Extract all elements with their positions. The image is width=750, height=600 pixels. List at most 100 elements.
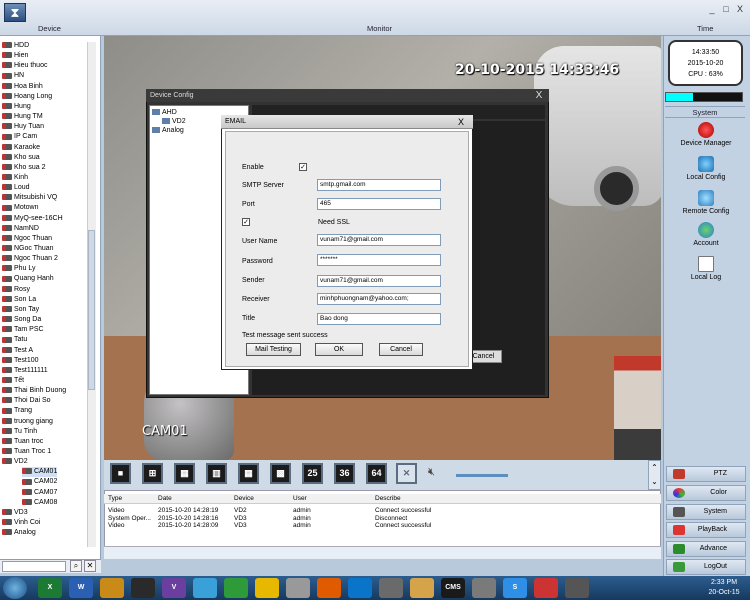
layout-9-button[interactable]: ▦	[238, 463, 259, 484]
tree-item[interactable]: CAM02	[22, 477, 57, 486]
taskbar-app-icon[interactable]	[193, 578, 217, 598]
password-field[interactable]: *******	[317, 254, 441, 266]
start-button[interactable]	[3, 577, 27, 599]
color-button[interactable]: Color	[666, 485, 746, 501]
tree-item[interactable]: CAM07	[22, 488, 57, 497]
tree-item[interactable]: HDD	[2, 41, 29, 50]
mute-icon[interactable]: 🔇︎	[428, 466, 446, 482]
tree-item[interactable]: Tuan Troc 1	[2, 447, 51, 456]
close-button[interactable]: X	[734, 4, 746, 14]
taskbar-app-icon[interactable]: S	[503, 578, 527, 598]
tree-item[interactable]: Analog	[2, 528, 36, 537]
tree-item[interactable]: NGoc Thuan	[2, 244, 54, 253]
local-log-button[interactable]: Local Log	[668, 256, 744, 281]
system-button[interactable]: System	[666, 504, 746, 520]
taskbar-app-icon[interactable]	[255, 578, 279, 598]
tree-node-vd2[interactable]: VD2	[162, 118, 186, 125]
taskbar-app-icon[interactable]	[565, 578, 589, 598]
taskbar-app-icon[interactable]	[348, 578, 372, 598]
taskbar-app-icon[interactable]: V	[162, 578, 186, 598]
tree-item[interactable]: Hung	[2, 102, 31, 111]
tree-item[interactable]: Rosy	[2, 285, 30, 294]
tree-item[interactable]: Tết	[2, 376, 24, 385]
tree-item[interactable]: Hoa Binh	[2, 82, 43, 91]
search-icon[interactable]: ⌕	[70, 560, 82, 572]
user-name-field[interactable]: vunam71@gmail.com	[317, 234, 441, 246]
tree-item[interactable]: Thai Binh Duong	[2, 386, 66, 395]
taskbar-app-icon[interactable]	[379, 578, 403, 598]
clear-icon[interactable]: ✕	[84, 560, 96, 572]
receiver-field[interactable]: minhphuongnam@yahoo.com;	[317, 293, 441, 305]
layout-36-button[interactable]: 36	[334, 463, 355, 484]
taskbar-app-icon[interactable]	[100, 578, 124, 598]
tree-item[interactable]: Son La	[2, 295, 36, 304]
tree-item[interactable]: Karaoke	[2, 143, 40, 152]
tree-item[interactable]: Tu Tinh	[2, 427, 37, 436]
tree-scrollbar-thumb[interactable]	[88, 230, 95, 390]
ok-button[interactable]: OK	[315, 343, 363, 356]
tree-item[interactable]: Tam PSC	[2, 325, 44, 334]
tree-item[interactable]: Song Da	[2, 315, 41, 324]
tree-item[interactable]: HN	[2, 71, 24, 80]
port-field[interactable]: 465	[317, 198, 441, 210]
tree-item[interactable]: Vinh Coi	[2, 518, 40, 527]
tree-item[interactable]: MyQ-see-16CH	[2, 214, 63, 223]
log-header-date[interactable]: Date	[158, 495, 172, 502]
enable-checkbox[interactable]: ✓	[299, 163, 307, 171]
tree-item[interactable]: Hung TM	[2, 112, 43, 121]
advance-button[interactable]: Advance	[666, 541, 746, 557]
tree-item[interactable]: Test111111	[2, 366, 48, 375]
tree-item[interactable]: Quang Hanh	[2, 274, 54, 283]
tree-item[interactable]: Trang	[2, 406, 32, 415]
title-field[interactable]: Bao dong	[317, 313, 441, 325]
remote-config-button[interactable]: Remote Config	[668, 190, 744, 215]
tree-item[interactable]: Hieu thuoc	[2, 61, 47, 70]
tree-item[interactable]: Test100	[2, 356, 39, 365]
need-ssl-checkbox[interactable]: ✓	[242, 218, 250, 226]
tree-item[interactable]: Kho sua 2	[2, 163, 46, 172]
toolbar-scroll-arrows[interactable]: ⌃ ⌄	[648, 460, 661, 490]
tree-item[interactable]: Kho sua	[2, 153, 40, 162]
tree-item[interactable]: truong giang	[2, 417, 53, 426]
account-button[interactable]: Account	[668, 222, 744, 247]
layout-6-button[interactable]: ▦	[174, 463, 195, 484]
cancel-button[interactable]: Cancel	[379, 343, 423, 356]
tree-search-input[interactable]	[2, 561, 66, 572]
device-config-close-button[interactable]: X	[533, 90, 545, 102]
ptz-button[interactable]: PTZ	[666, 466, 746, 482]
tree-item[interactable]: Kinh	[2, 173, 28, 182]
tree-node-ahd[interactable]: AHD	[152, 109, 177, 116]
local-config-button[interactable]: Local Config	[668, 156, 744, 181]
tree-item[interactable]: Mitsubishi VQ	[2, 193, 57, 202]
email-close-button[interactable]: X	[454, 116, 468, 128]
fullscreen-icon[interactable]: ✕	[396, 463, 417, 484]
mail-testing-button[interactable]: Mail Testing	[246, 343, 301, 356]
tree-item[interactable]: Phu Ly	[2, 264, 36, 273]
tree-item[interactable]: Ngoc Thuan	[2, 234, 52, 243]
tree-item[interactable]: Motown	[2, 203, 39, 212]
taskbar-app-icon[interactable]	[286, 578, 310, 598]
logout-button[interactable]: LogOut	[666, 559, 746, 575]
tree-item[interactable]: Hien	[2, 51, 28, 60]
log-header-describe[interactable]: Describe	[375, 495, 401, 502]
taskbar-app-icon[interactable]	[224, 578, 248, 598]
playback-button[interactable]: PlayBack	[666, 522, 746, 538]
tree-item[interactable]: CAM08	[22, 498, 57, 507]
tree-item[interactable]: NamND	[2, 224, 39, 233]
taskbar-app-icon[interactable]	[131, 578, 155, 598]
log-header-device[interactable]: Device	[234, 495, 254, 502]
layout-4-button[interactable]: ⊞	[142, 463, 163, 484]
maximize-button[interactable]: □	[720, 4, 732, 14]
tree-item[interactable]: Tuan troc	[2, 437, 43, 446]
taskbar-app-icon[interactable]	[534, 578, 558, 598]
tree-item[interactable]: Loud	[2, 183, 30, 192]
tree-item[interactable]: Ngoc Thuan 2	[2, 254, 58, 263]
tree-item[interactable]: Tatu	[2, 335, 27, 344]
tree-node-analog[interactable]: Analog	[152, 127, 184, 134]
tree-item[interactable]: Son Tay	[2, 305, 39, 314]
tree-item[interactable]: CAM01	[22, 467, 58, 477]
tree-item[interactable]: IP Cam	[2, 132, 37, 141]
layout-16-button[interactable]: ▩	[270, 463, 291, 484]
tree-item[interactable]: VD3	[2, 508, 28, 517]
volume-slider[interactable]	[456, 474, 508, 477]
